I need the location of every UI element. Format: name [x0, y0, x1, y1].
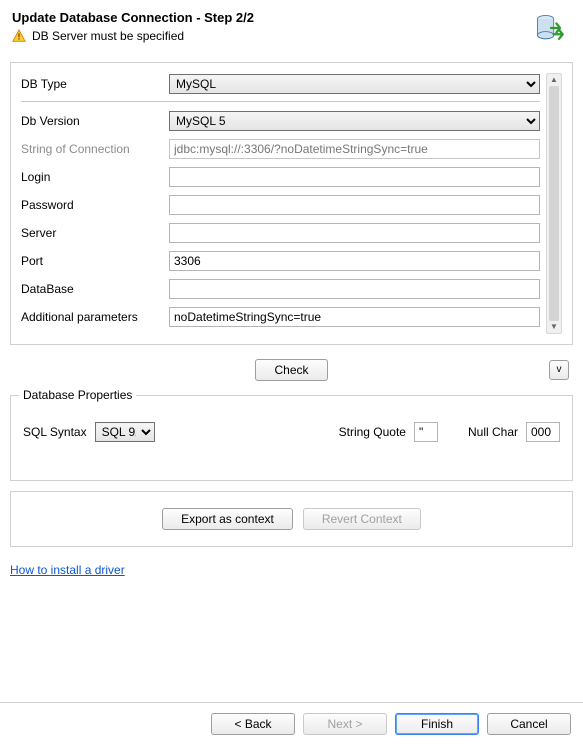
scroll-thumb[interactable] [549, 86, 559, 321]
database-wizard-icon [533, 10, 569, 46]
null-char-field[interactable] [526, 422, 560, 442]
wizard-title: Update Database Connection - Step 2/2 [12, 10, 571, 25]
sql-syntax-select[interactable]: SQL 92 [95, 422, 155, 442]
server-field[interactable] [169, 223, 540, 243]
export-context-button[interactable]: Export as context [162, 508, 293, 530]
next-button: Next > [303, 713, 387, 735]
connection-form-panel: DB Type MySQL Db Version MySQL 5 String … [10, 62, 573, 345]
wizard-footer: < Back Next > Finish Cancel [0, 702, 583, 745]
server-label: Server [21, 226, 169, 240]
add-params-field[interactable] [169, 307, 540, 327]
login-field[interactable] [169, 167, 540, 187]
cancel-button[interactable]: Cancel [487, 713, 571, 735]
string-quote-label: String Quote [339, 425, 406, 439]
separator [21, 101, 540, 102]
warning-icon [12, 29, 26, 43]
expand-button[interactable]: v [549, 360, 569, 380]
string-quote-field[interactable] [414, 422, 438, 442]
add-params-label: Additional parameters [21, 310, 169, 324]
db-version-label: Db Version [21, 114, 169, 128]
db-type-label: DB Type [21, 77, 169, 91]
db-version-select[interactable]: MySQL 5 [169, 111, 540, 131]
install-driver-link[interactable]: How to install a driver [10, 563, 573, 577]
wizard-warning: DB Server must be specified [12, 29, 571, 43]
sql-syntax-label: SQL Syntax [23, 425, 87, 439]
port-label: Port [21, 254, 169, 268]
null-char-label: Null Char [468, 425, 518, 439]
scroll-up-icon: ▲ [550, 76, 558, 84]
revert-context-button: Revert Context [303, 508, 421, 530]
port-field[interactable] [169, 251, 540, 271]
finish-button[interactable]: Finish [395, 713, 479, 735]
check-button[interactable]: Check [255, 359, 327, 381]
database-properties-panel: Database Properties SQL Syntax SQL 92 St… [10, 395, 573, 481]
password-field[interactable] [169, 195, 540, 215]
conn-string-field [169, 139, 540, 159]
warning-text: DB Server must be specified [32, 29, 184, 43]
database-field[interactable] [169, 279, 540, 299]
database-properties-legend: Database Properties [19, 388, 136, 402]
password-label: Password [21, 198, 169, 212]
login-label: Login [21, 170, 169, 184]
context-panel: Export as context Revert Context [10, 491, 573, 547]
back-button[interactable]: < Back [211, 713, 295, 735]
conn-string-label: String of Connection [21, 142, 169, 156]
db-type-select[interactable]: MySQL [169, 74, 540, 94]
database-label: DataBase [21, 282, 169, 296]
wizard-header: Update Database Connection - Step 2/2 DB… [0, 0, 583, 52]
scroll-down-icon: ▼ [550, 323, 558, 331]
check-row: Check v [10, 355, 573, 385]
vertical-scrollbar[interactable]: ▲ ▼ [546, 73, 562, 334]
